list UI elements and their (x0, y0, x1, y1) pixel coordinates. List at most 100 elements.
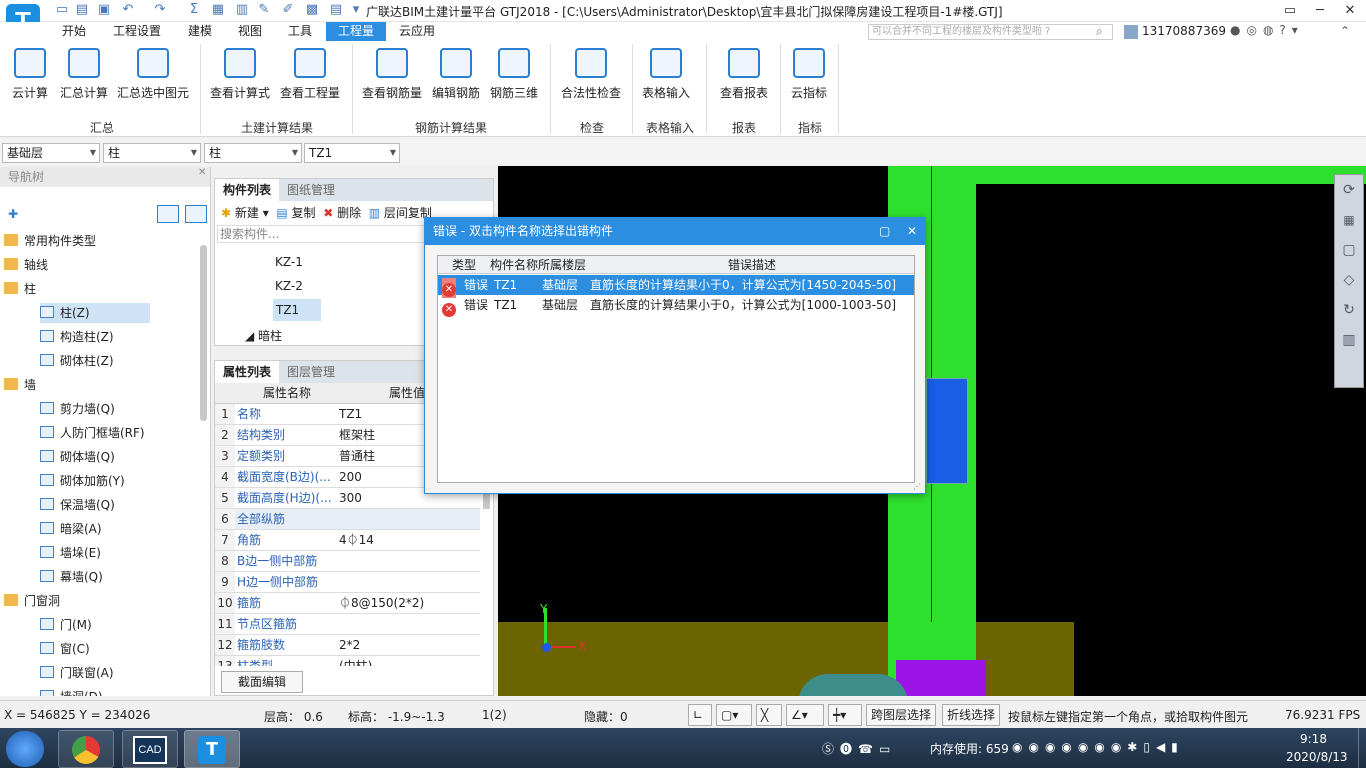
tray-icons[interactable]: Ⓢ⓿☎▭ (822, 740, 896, 757)
offset-icon[interactable]: ┿▾ (828, 704, 862, 726)
redo-icon[interactable]: ↷ (152, 2, 168, 18)
scrollbar[interactable] (200, 245, 207, 421)
pen-icon[interactable]: ✐ (280, 2, 296, 18)
menu-view[interactable]: 视图 (228, 22, 272, 41)
rotate-view-icon[interactable]: ⟳ (1335, 175, 1363, 205)
nav-item[interactable]: 人防门框墙(RF) (40, 423, 145, 443)
tray-app-icons[interactable]: ◉◉◉◉◉◉◉✱▯◀▮ (1012, 740, 1184, 754)
view-report-button[interactable]: 查看报表 (716, 48, 772, 104)
menu-quantity[interactable]: 工程量 (326, 22, 386, 41)
tab-component-list[interactable]: 构件列表 (215, 179, 280, 201)
property-row[interactable]: 7 角筋 4⏀14 (215, 530, 480, 551)
nav-item[interactable]: 门窗洞 (4, 591, 60, 611)
edit-rebar-button[interactable]: 编辑钢筋 (428, 48, 484, 104)
clock-time[interactable]: 9:18 (1300, 732, 1327, 746)
polyline-select-button[interactable]: 折线选择 (942, 704, 1001, 726)
add-icon[interactable]: ✚ (8, 207, 18, 221)
teal-element[interactable] (798, 674, 908, 696)
view-rebar-button[interactable]: 查看钢筋量 (360, 48, 424, 104)
ortho-icon[interactable]: ∟ (688, 704, 712, 726)
cad-taskbar-app[interactable]: CAD (122, 730, 178, 768)
tab-layer-management[interactable]: 图层管理 (279, 361, 343, 383)
user-phone[interactable]: 13170887369 (1142, 22, 1226, 41)
nav-item[interactable]: 门(M) (40, 615, 92, 635)
cross-icon[interactable]: ╳ (756, 704, 782, 726)
nav-item[interactable]: 柱(Z) (40, 303, 150, 323)
search-icon[interactable]: ⌕ (1096, 24, 1103, 39)
table-input-button[interactable]: 表格输入 (638, 48, 694, 104)
menu-project-settings[interactable]: 工程设置 (104, 22, 170, 41)
minimize-button[interactable]: ─ (1305, 0, 1335, 22)
help-search-input[interactable]: 可以合并不同工程的楼层及构件类型啦 ? (868, 24, 1113, 40)
error-row-selected[interactable]: ✕ 错误 TZ1 基础层 直筋长度的计算结果小于0，计算公式为[1450-204… (438, 275, 914, 298)
report-icon[interactable]: ▦ (210, 2, 226, 18)
column-element[interactable] (926, 378, 968, 484)
nav-item[interactable]: 砌体加筋(Y) (40, 471, 125, 491)
category-select[interactable]: 柱 ▼ (103, 143, 201, 163)
nav-item[interactable]: 墙垛(E) (40, 543, 101, 563)
property-row[interactable]: 11 节点区箍筋 (215, 614, 480, 635)
restore-ribbon-icon[interactable]: ▭ (1275, 0, 1305, 22)
tab-property-list[interactable]: 属性列表 (215, 361, 280, 383)
close-icon[interactable]: ✕ (198, 167, 206, 178)
delete-button[interactable]: 删除 (337, 206, 361, 220)
view-icon[interactable]: ▥ (234, 2, 250, 18)
property-row[interactable]: 6 全部纵筋 (215, 509, 480, 530)
property-row[interactable]: 8 B边一侧中部筋 (215, 551, 480, 572)
nav-item[interactable]: 暗梁(A) (40, 519, 102, 539)
snap-icon[interactable]: ▢▾ (716, 704, 752, 726)
close-button[interactable]: ✕ (1335, 0, 1365, 22)
nav-item[interactable]: 门联窗(A) (40, 663, 114, 683)
avatar[interactable] (1124, 25, 1138, 39)
tree-group[interactable]: ◢ 暗柱 (245, 327, 282, 344)
table-icon[interactable]: ▤ (328, 2, 344, 18)
menu-cloud[interactable]: 云应用 (390, 22, 444, 41)
close-icon[interactable]: ✕ (907, 218, 917, 245)
cloud-index-button[interactable]: 云指标 (786, 48, 832, 104)
nav-item[interactable]: 常用构件类型 (4, 231, 96, 251)
green-wall-top[interactable] (888, 166, 1366, 184)
nav-item[interactable]: 窗(C) (40, 639, 90, 659)
view-formula-button[interactable]: 查看计算式 (208, 48, 272, 104)
gtj-taskbar-app[interactable]: T (184, 730, 240, 768)
foundation-slab[interactable] (498, 622, 1074, 696)
grid-view-icon[interactable] (185, 205, 207, 223)
nav-item[interactable]: 保温墙(Q) (40, 495, 115, 515)
copy-button[interactable]: 复制 (292, 206, 316, 220)
cube-icon[interactable]: ◇ (1335, 265, 1363, 295)
tab-drawing-management[interactable]: 图纸管理 (279, 179, 343, 201)
nav-item[interactable]: 幕墙(Q) (40, 567, 103, 587)
undo-icon[interactable]: ↶ (120, 2, 136, 18)
sum-selected-button[interactable]: 汇总选中图元 (114, 48, 192, 104)
clock-date[interactable]: 2020/8/13 (1286, 750, 1348, 764)
new-button[interactable]: 新建 (235, 206, 259, 220)
new-file-icon[interactable]: ▭ (54, 2, 70, 18)
sum-calc-button[interactable]: 汇总计算 (56, 48, 112, 104)
nav-item[interactable]: 墙洞(D) (40, 687, 103, 696)
property-row[interactable]: 12 箍筋肢数 2*2 (215, 635, 480, 656)
rebar-3d-button[interactable]: 钢筋三维 (486, 48, 542, 104)
error-row[interactable]: ✕ 错误 TZ1 基础层 直筋长度的计算结果小于0，计算公式为[1000-100… (438, 295, 914, 317)
purple-element[interactable] (896, 660, 986, 696)
list-view-icon[interactable] (157, 205, 179, 223)
nav-item[interactable]: 墙 (4, 375, 36, 395)
list-item[interactable]: KZ-2 (275, 279, 303, 293)
property-row[interactable]: 13 柱类型 (中柱) (215, 656, 480, 666)
component-select[interactable]: TZ1 ▼ (304, 143, 400, 163)
nav-item[interactable]: 砌体柱(Z) (40, 351, 114, 371)
show-desktop-button[interactable] (1358, 728, 1366, 768)
section-edit-button[interactable]: 截面编辑 (221, 671, 303, 693)
angle-icon[interactable]: ∠▾ (786, 704, 824, 726)
cloud-calc-button[interactable]: 云计算 (6, 48, 54, 104)
nav-item[interactable]: 剪力墙(Q) (40, 399, 115, 419)
list-item-selected[interactable]: TZ1 (273, 299, 321, 321)
view-quantity-button[interactable]: 查看工程量 (278, 48, 342, 104)
legality-check-button[interactable]: 合法性检查 (558, 48, 624, 104)
3d-icon[interactable]: ▦ (1335, 205, 1363, 235)
menu-start[interactable]: 开始 (52, 22, 96, 41)
type-select[interactable]: 柱 ▼ (204, 143, 302, 163)
menu-tools[interactable]: 工具 (278, 22, 322, 41)
resize-grip-icon[interactable]: ⋰ (913, 482, 921, 491)
grid-icon[interactable]: ▩ (304, 2, 320, 18)
chrome-taskbar-app[interactable] (58, 730, 114, 768)
